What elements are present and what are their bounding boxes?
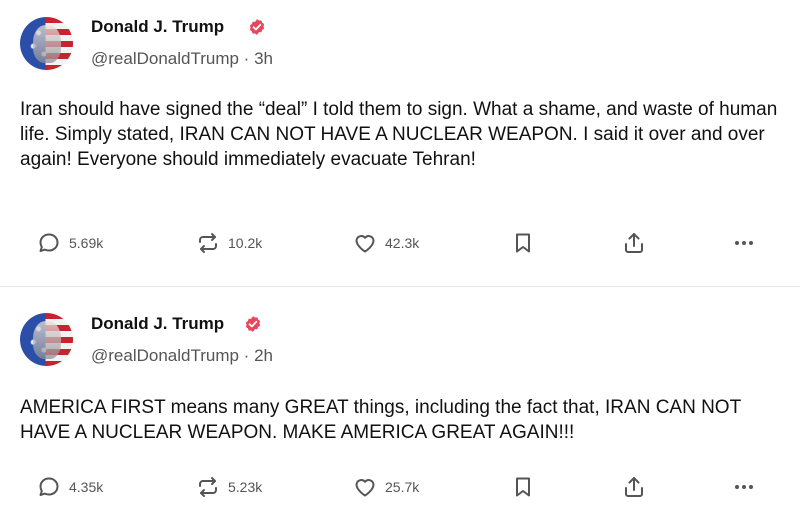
author-name[interactable]: Donald J. Trump	[91, 17, 224, 37]
reply-icon	[39, 477, 59, 496]
repost-button[interactable]: 10.2k	[196, 229, 262, 257]
verified-badge-icon	[245, 316, 261, 332]
like-count: 42.3k	[385, 235, 420, 251]
repost-count: 10.2k	[228, 235, 263, 251]
reply-icon	[39, 233, 59, 252]
handle-and-time[interactable]: @realDonaldTrump · 2h	[91, 346, 273, 366]
heart-icon	[355, 235, 375, 253]
more-button[interactable]	[732, 229, 756, 257]
bookmark-button[interactable]	[511, 473, 535, 501]
share-icon	[625, 233, 643, 253]
bookmark-icon	[516, 477, 530, 497]
reply-button[interactable]: 5.69k	[37, 229, 103, 257]
like-button[interactable]: 42.3k	[353, 229, 419, 257]
bookmark-icon	[516, 233, 530, 253]
repost-icon	[199, 477, 217, 497]
action-bar: 5.69k 10.2k 42.3k	[0, 229, 800, 257]
avatar-face	[33, 321, 61, 359]
author-name[interactable]: Donald J. Trump	[91, 314, 224, 334]
handle-and-time[interactable]: @realDonaldTrump · 3h	[91, 49, 273, 69]
verified-badge-icon	[249, 19, 265, 35]
share-button[interactable]	[622, 229, 646, 257]
like-count: 25.7k	[385, 479, 420, 495]
more-icon	[735, 241, 753, 245]
post: Donald J. Trump @realDonaldTrump · 3h Ir…	[0, 0, 800, 287]
reply-count: 5.69k	[69, 235, 104, 251]
repost-icon	[199, 233, 217, 253]
more-icon	[735, 485, 753, 489]
avatar[interactable]	[20, 313, 73, 366]
share-icon	[625, 477, 643, 497]
heart-icon	[355, 479, 375, 497]
repost-button[interactable]: 5.23k	[196, 473, 262, 501]
repost-count: 5.23k	[228, 479, 263, 495]
avatar-face	[33, 25, 61, 63]
post: Donald J. Trump @realDonaldTrump · 2h AM…	[0, 288, 800, 529]
action-bar: 4.35k 5.23k 25.7k	[0, 473, 800, 501]
avatar[interactable]	[20, 17, 73, 70]
bookmark-button[interactable]	[511, 229, 535, 257]
post-text: AMERICA FIRST means many GREAT things, i…	[20, 397, 741, 443]
share-button[interactable]	[622, 473, 646, 501]
reply-button[interactable]: 4.35k	[37, 473, 103, 501]
reply-count: 4.35k	[69, 479, 104, 495]
more-button[interactable]	[732, 473, 756, 501]
like-button[interactable]: 25.7k	[353, 473, 419, 501]
post-text: Iran should have signed the “deal” I tol…	[20, 99, 778, 170]
